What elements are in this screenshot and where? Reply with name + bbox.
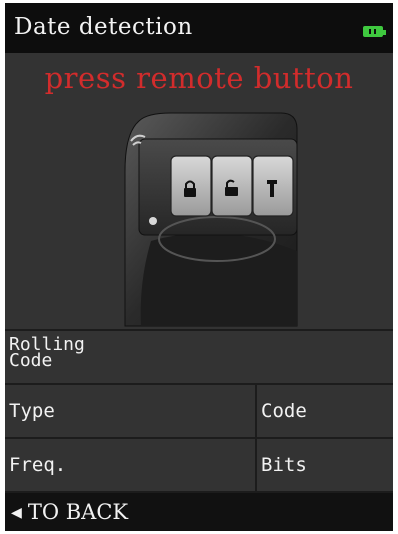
freq-label: Freq. (9, 454, 67, 476)
type-code-row: Type Code (5, 383, 393, 437)
bits-cell: Bits (257, 439, 393, 491)
device-screen: Date detection press remote button Rolli… (5, 3, 393, 531)
instruction-text: press remote button (44, 61, 354, 95)
rolling-code-label-line2: Code (9, 350, 53, 371)
page-title: Date detection (14, 14, 193, 40)
freq-cell: Freq. (5, 439, 255, 491)
title-bar: Date detection (5, 3, 393, 53)
bits-label: Bits (261, 454, 307, 476)
battery-bar (374, 29, 376, 34)
back-button[interactable]: ◀ TO BACK (5, 491, 393, 531)
type-cell: Type (5, 385, 255, 437)
rolling-code-label: Rolling Code (9, 336, 85, 371)
code-label: Code (261, 400, 307, 422)
car-remote-key-icon (124, 112, 298, 327)
code-cell: Code (257, 385, 393, 437)
freq-bits-row: Freq. Bits (5, 437, 393, 491)
battery-bar (369, 29, 371, 34)
back-label: TO BACK (27, 500, 129, 524)
left-triangle-icon: ◀ (11, 501, 22, 523)
rolling-code-row: Rolling Code (5, 329, 393, 385)
battery-icon (363, 26, 386, 37)
type-label: Type (9, 400, 55, 422)
